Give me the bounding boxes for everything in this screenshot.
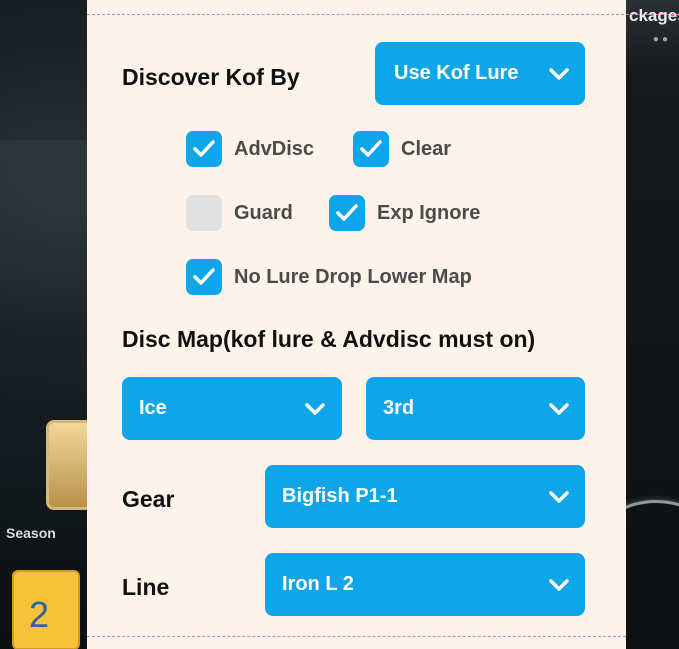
disc-map-dropdown[interactable]: Ice <box>122 377 342 440</box>
no-lure-drop-label: No Lure Drop Lower Map <box>234 265 472 288</box>
option-guard[interactable]: Guard <box>186 195 293 231</box>
guard-checkbox[interactable] <box>186 195 222 231</box>
disc-level-value: 3rd <box>383 397 415 419</box>
chevron-down-icon <box>549 490 569 503</box>
line-label: Line <box>122 574 170 600</box>
disc-map-label: Disc Map(kof lure & Advdisc must on) <box>122 326 536 352</box>
panel-bottom-border <box>87 636 626 637</box>
packages-label[interactable]: ckages <box>629 6 679 26</box>
chevron-down-icon <box>549 67 569 80</box>
no-lure-drop-checkbox[interactable] <box>186 259 222 295</box>
option-exp-ignore[interactable]: Exp Ignore <box>329 195 480 231</box>
advdisc-checkbox[interactable] <box>186 131 222 167</box>
ship-silhouette <box>0 140 90 340</box>
disc-map-value: Ice <box>139 397 167 419</box>
exp-ignore-label: Exp Ignore <box>377 201 481 224</box>
clear-label: Clear <box>401 137 452 160</box>
discover-dropdown-value: Use Kof Lure <box>394 62 519 84</box>
disc-level-dropdown[interactable]: 3rd <box>366 377 585 440</box>
line-dropdown[interactable]: Iron L 2 <box>265 553 585 616</box>
guard-label: Guard <box>234 201 293 224</box>
check-icon <box>360 140 382 157</box>
counter-badge-number: 2 <box>28 594 50 635</box>
chevron-down-icon <box>549 578 569 591</box>
gear-label: Gear <box>122 486 175 512</box>
check-icon <box>336 204 358 221</box>
clear-checkbox[interactable] <box>353 131 389 167</box>
discover-method-dropdown[interactable]: Use Kof Lure <box>375 42 585 105</box>
gear-value: Bigfish P1-1 <box>282 485 398 507</box>
check-icon <box>193 268 215 285</box>
exp-ignore-checkbox[interactable] <box>329 195 365 231</box>
page-dots: ●● <box>652 34 671 45</box>
option-advdisc[interactable]: AdvDisc <box>186 131 314 167</box>
panel-top-border <box>87 14 679 15</box>
option-no-lure-drop[interactable]: No Lure Drop Lower Map <box>186 259 472 295</box>
check-icon <box>193 140 215 157</box>
advdisc-label: AdvDisc <box>234 137 315 160</box>
counter-badge[interactable]: 2 <box>12 570 80 649</box>
gear-dropdown[interactable]: Bigfish P1-1 <box>265 465 585 528</box>
option-clear[interactable]: Clear <box>353 131 451 167</box>
discover-label: Discover Kof By <box>122 64 300 90</box>
season-label[interactable]: Season <box>6 525 56 541</box>
chevron-down-icon <box>305 402 325 415</box>
line-value: Iron L 2 <box>282 573 354 595</box>
chevron-down-icon <box>549 402 569 415</box>
